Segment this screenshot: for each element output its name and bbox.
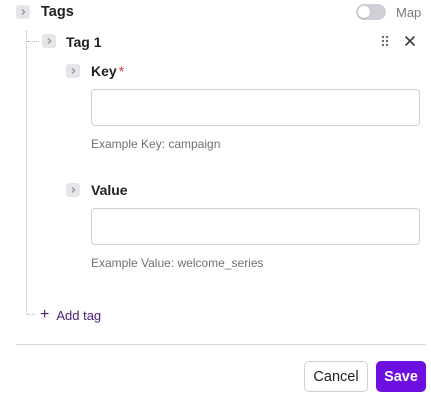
chevron-right-icon [47,38,52,44]
value-label: Value [91,182,128,198]
chevron-right-icon [21,9,26,15]
chevron-right-icon [71,68,76,74]
key-helper-text: Example Key: campaign [91,137,221,151]
footer-divider [16,344,426,345]
value-input[interactable] [91,208,420,245]
map-toggle-label: Map [396,5,422,20]
toggle-knob [358,6,370,18]
close-icon[interactable] [404,35,416,47]
tree-connector-tag [27,41,39,42]
tree-connector-vertical [26,31,27,314]
value-expand-button[interactable] [66,183,80,197]
key-label-text: Key [91,63,117,79]
tag-1-expand-button[interactable] [42,34,56,48]
value-helper-text: Example Value: welcome_series [91,256,264,270]
tree-connector-add [27,314,35,315]
cancel-button[interactable]: Cancel [304,361,368,392]
chevron-right-icon [71,187,76,193]
key-label: Key * [91,63,124,79]
tags-title: Tags [41,4,74,20]
save-button[interactable]: Save [376,361,426,392]
add-tag-button[interactable]: + Add tag [40,307,101,323]
key-expand-button[interactable] [66,64,80,78]
required-marker: * [118,63,125,79]
key-input[interactable] [91,89,420,126]
add-tag-label: Add tag [56,307,102,323]
map-toggle[interactable] [356,4,386,20]
tags-expand-button[interactable] [16,5,30,19]
plus-icon: + [40,306,50,323]
tag-1-title: Tag 1 [66,34,102,50]
drag-handle-icon[interactable] [379,35,391,47]
